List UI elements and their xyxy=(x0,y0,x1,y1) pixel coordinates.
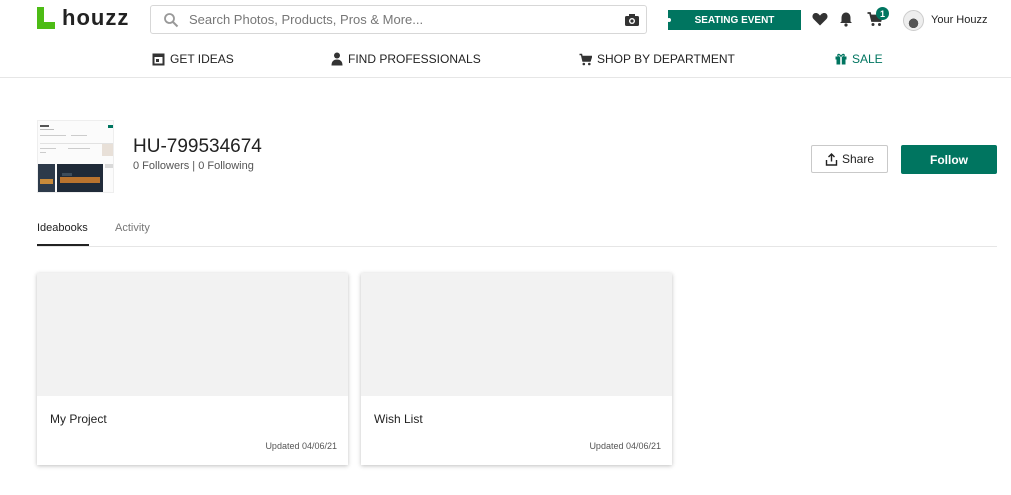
heart-icon[interactable] xyxy=(811,10,829,28)
nav-label: GET IDEAS xyxy=(170,52,234,66)
nav-sale[interactable]: SALE xyxy=(835,52,883,66)
top-header: houzz SEATING EVENT 1 Your Houzz xyxy=(0,0,1011,40)
search-input[interactable] xyxy=(189,6,609,33)
houzz-logo[interactable]: houzz xyxy=(37,5,130,30)
seating-event-banner[interactable]: SEATING EVENT xyxy=(667,10,801,30)
nav-find-professionals[interactable]: FIND PROFESSIONALS xyxy=(331,52,481,66)
tab-activity[interactable]: Activity xyxy=(115,222,150,246)
share-label: Share xyxy=(841,152,875,166)
profile-tabs: Ideabooks Activity xyxy=(37,222,997,247)
ideas-icon xyxy=(152,53,165,65)
ideabook-title: My Project xyxy=(50,412,107,426)
shopping-cart-icon xyxy=(579,53,592,65)
avatar xyxy=(903,9,924,31)
cart-count-badge: 1 xyxy=(876,7,889,20)
ideabook-card[interactable]: Wish List Updated 04/06/21 xyxy=(361,273,672,465)
nav-label: SHOP BY DEPARTMENT xyxy=(597,52,735,66)
share-button[interactable]: Share xyxy=(811,145,888,173)
nav-get-ideas[interactable]: GET IDEAS xyxy=(152,52,234,66)
bell-icon[interactable] xyxy=(837,10,855,28)
ideabook-title: Wish List xyxy=(374,412,423,426)
search-icon xyxy=(164,13,179,28)
ideabook-updated: Updated 04/06/21 xyxy=(589,441,661,451)
professional-icon xyxy=(331,52,343,66)
follow-button[interactable]: Follow xyxy=(901,145,997,174)
nav-label: SALE xyxy=(852,52,883,66)
search-bar xyxy=(150,5,647,34)
gift-icon xyxy=(835,53,847,65)
account-menu[interactable]: Your Houzz xyxy=(903,9,987,31)
tab-ideabooks[interactable]: Ideabooks xyxy=(37,222,89,246)
houzz-logo-text: houzz xyxy=(62,5,130,30)
ideabook-card[interactable]: My Project Updated 04/06/21 xyxy=(37,273,348,465)
main-nav: GET IDEAS FIND PROFESSIONALS SHOP BY DEP… xyxy=(0,40,1011,78)
houzz-logo-mark xyxy=(37,7,55,29)
nav-label: FIND PROFESSIONALS xyxy=(348,52,481,66)
ideabook-cover-placeholder xyxy=(361,273,672,396)
profile-photo-image xyxy=(38,121,113,192)
nav-shop-by-department[interactable]: SHOP BY DEPARTMENT xyxy=(579,52,735,66)
follower-stats: 0 Followers | 0 Following xyxy=(133,160,254,172)
share-icon xyxy=(825,152,838,166)
camera-icon[interactable] xyxy=(624,12,640,28)
ideabook-cover-placeholder xyxy=(37,273,348,396)
account-label: Your Houzz xyxy=(931,14,988,26)
ideabook-updated: Updated 04/06/21 xyxy=(265,441,337,451)
profile-photo xyxy=(37,120,114,193)
profile-name: HU-799534674 xyxy=(133,136,262,157)
